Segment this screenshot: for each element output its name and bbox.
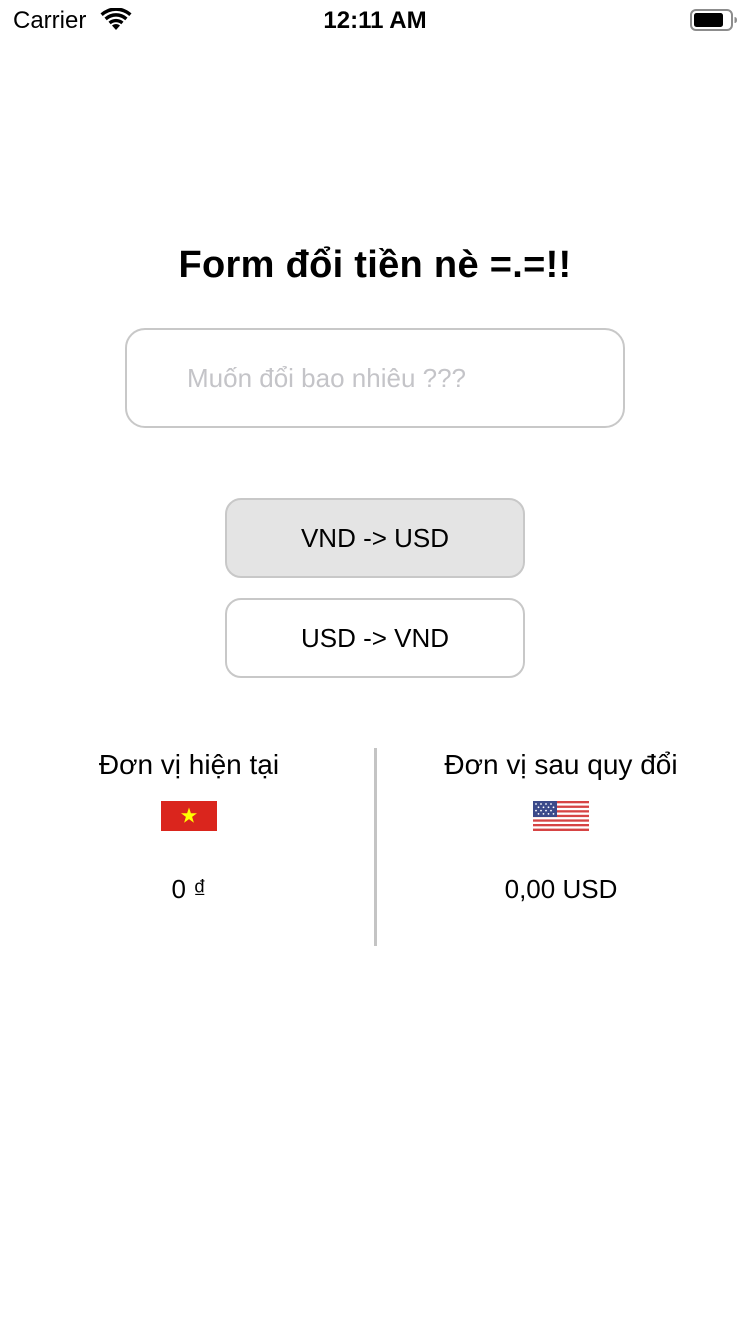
- battery-icon: [690, 9, 737, 31]
- converted-unit-label: Đơn vị sau quy đổi: [444, 749, 678, 780]
- amount-input-box[interactable]: [125, 328, 625, 428]
- amount-input[interactable]: [187, 330, 607, 426]
- current-amount: 0 ₫: [171, 874, 207, 904]
- current-unit-label: Đơn vị hiện tại: [98, 749, 280, 780]
- currency-converter-screen: Carrier 12:11 AM Form đổi tiền nè =.=!! …: [0, 0, 750, 1334]
- status-bar: Carrier 12:11 AM: [0, 0, 750, 40]
- converted-amount: 0,00 USD: [504, 874, 618, 904]
- usd-to-vnd-button[interactable]: USD -> VND: [225, 598, 525, 678]
- page-title: Form đổi tiền nè =.=!!: [178, 244, 572, 286]
- us-flag-icon: [533, 801, 589, 831]
- vnd-to-usd-button[interactable]: VND -> USD: [225, 498, 525, 578]
- status-time: 12:11 AM: [323, 7, 427, 34]
- converted-unit-panel: Đơn vị sau quy đổi 0,00 USD: [374, 745, 748, 907]
- vietnam-flag-icon: [161, 801, 217, 831]
- current-unit-panel: Đơn vị hiện tại 0 ₫: [2, 745, 376, 907]
